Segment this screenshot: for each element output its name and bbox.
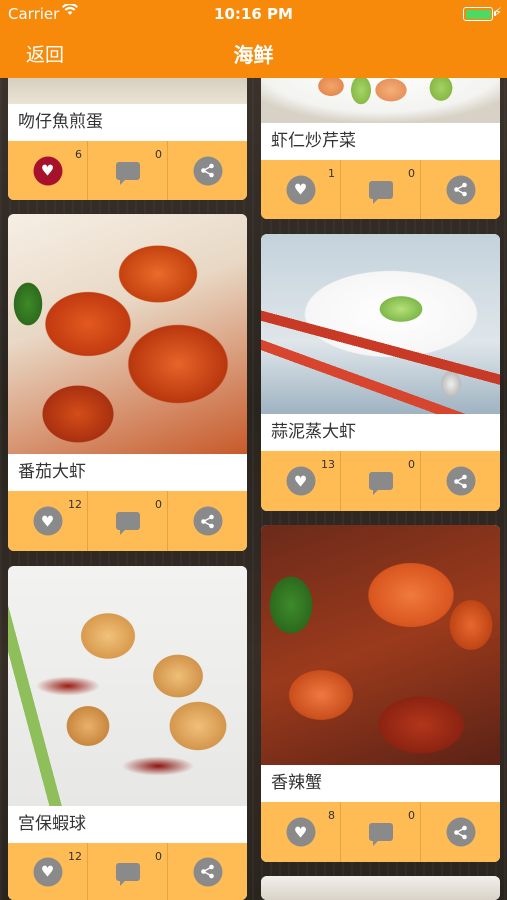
comment-count: 0 [155,498,162,511]
action-bar: 12 ♥ 0 [8,843,247,900]
like-count: 12 [68,850,82,863]
action-bar: 13 ♥ 0 [261,451,500,511]
like-count: 1 [328,167,335,180]
comment-icon [115,512,140,535]
share-icon [193,857,222,886]
heart-icon: ♥ [33,857,62,886]
recipe-card[interactable]: 吻仔魚煎蛋 6 ♥ 0 [8,68,247,200]
like-count: 6 [75,148,82,161]
heart-icon: ♥ [286,466,315,496]
action-bar: 8 ♥ 0 [261,802,500,862]
recipe-name: 番茄大虾 [8,454,247,491]
comment-button[interactable]: 0 [341,802,421,862]
comment-count: 0 [408,458,415,471]
comment-button[interactable]: 0 [341,160,421,219]
comment-button[interactable]: 0 [88,491,168,551]
status-bar: Carrier 10:16 PM ⚡ [0,0,507,28]
battery-icon [463,7,496,21]
comment-count: 0 [155,850,162,863]
like-button[interactable]: 12 ♥ [8,843,88,900]
comment-button[interactable]: 0 [88,141,168,200]
share-icon [446,817,475,847]
share-icon [446,175,475,204]
nav-bar: 返回 海鲜 [0,28,507,78]
comment-count: 0 [408,167,415,180]
recipe-name: 吻仔魚煎蛋 [8,104,247,141]
like-button[interactable]: 12 ♥ [8,491,88,551]
like-count: 13 [321,458,335,471]
heart-icon: ♥ [286,817,315,847]
share-button[interactable] [421,802,500,862]
recipe-name: 宫保蝦球 [8,806,247,843]
recipe-name: 香辣蟹 [261,765,500,802]
recipe-photo[interactable] [261,525,500,765]
top-bar: Carrier 10:16 PM ⚡ 返回 海鲜 [0,0,507,78]
share-button[interactable] [168,141,247,200]
comment-icon [368,472,393,495]
status-time: 10:16 PM [214,5,293,23]
share-icon [193,506,222,536]
heart-icon: ♥ [33,156,62,185]
page-title: 海鲜 [233,43,274,67]
like-count: 8 [328,809,335,822]
recipe-photo[interactable] [8,214,247,454]
action-bar: 1 ♥ 0 [261,160,500,219]
comment-count: 0 [408,809,415,822]
recipe-photo[interactable] [261,234,500,414]
comment-count: 0 [155,148,162,161]
recipe-name: 蒜泥蒸大虾 [261,414,500,451]
recipe-photo[interactable] [261,876,500,900]
share-button[interactable] [421,160,500,219]
recipe-card[interactable]: 虾仁炒芹菜 1 ♥ 0 [261,68,500,219]
share-button[interactable] [168,843,247,900]
like-count: 12 [68,498,82,511]
recipe-card[interactable]: 香辣蟹 8 ♥ 0 [261,525,500,862]
action-bar: 6 ♥ 0 [8,141,247,200]
share-icon [193,156,222,185]
comment-icon [368,180,393,204]
share-button[interactable] [421,451,500,511]
heart-icon: ♥ [286,175,315,204]
like-button[interactable]: 6 ♥ [8,141,88,200]
comment-button[interactable]: 0 [341,451,421,511]
recipe-card[interactable]: 蒜泥蒸大虾 13 ♥ 0 [261,234,500,511]
share-icon [446,466,475,496]
share-button[interactable] [168,491,247,551]
recipe-card[interactable] [261,876,500,900]
recipe-photo[interactable] [8,566,247,806]
like-button[interactable]: 13 ♥ [261,451,341,511]
recipe-name: 虾仁炒芹菜 [261,123,500,160]
like-button[interactable]: 8 ♥ [261,802,341,862]
comment-icon [115,161,140,185]
like-button[interactable]: 1 ♥ [261,160,341,219]
heart-icon: ♥ [33,506,62,536]
recipe-card[interactable]: 宫保蝦球 12 ♥ 0 [8,566,247,900]
action-bar: 12 ♥ 0 [8,491,247,551]
comment-icon [368,823,393,846]
comment-icon [115,862,140,886]
recipe-card[interactable]: 番茄大虾 12 ♥ 0 [8,214,247,551]
comment-button[interactable]: 0 [88,843,168,900]
